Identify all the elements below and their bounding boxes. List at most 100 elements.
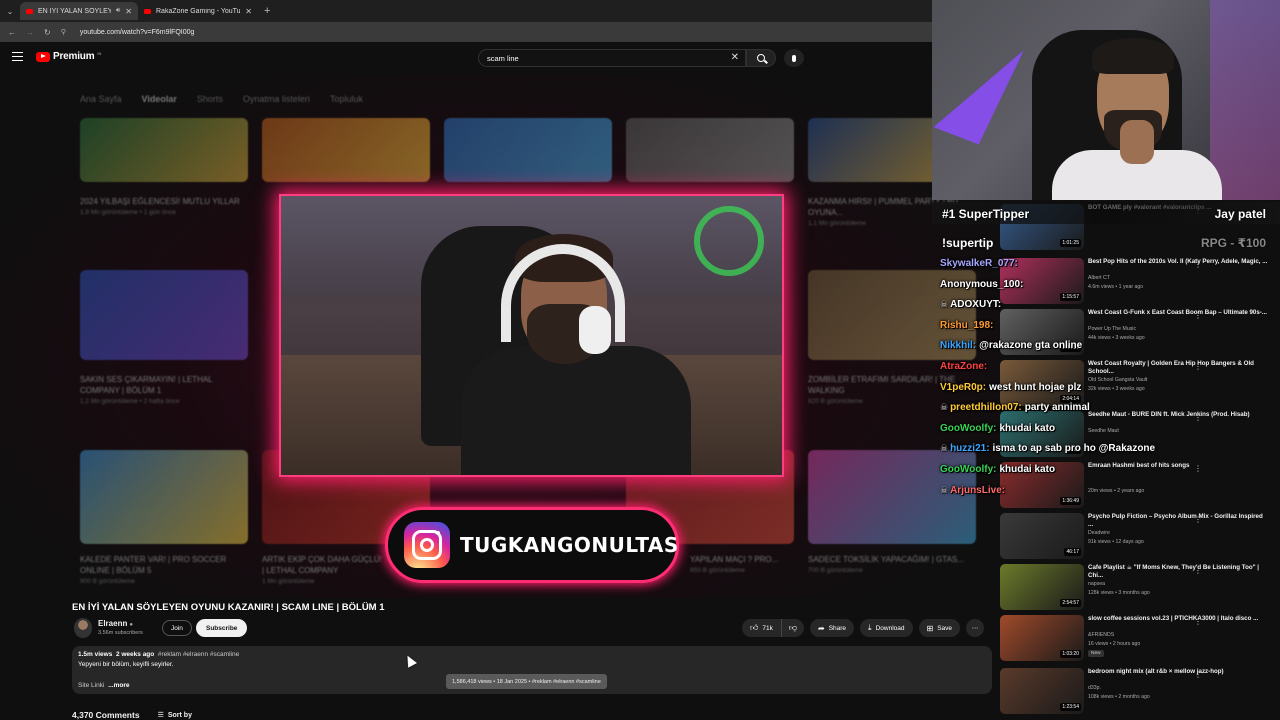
recommended-video[interactable]: 46:17 Psycho Pulp Fiction – Psycho Album … <box>1000 513 1280 561</box>
voice-search-button[interactable] <box>784 49 804 67</box>
save-button[interactable]: ⊞ Save <box>918 619 961 637</box>
recommended-title[interactable]: slow coffee sessions vol.23 | PTICHKA300… <box>1088 615 1268 623</box>
video-thumbnail <box>262 118 430 182</box>
search-query: scam line <box>487 53 519 63</box>
recommended-thumbnail[interactable]: 46:17 <box>1000 513 1084 559</box>
recommended-title[interactable]: Psycho Pulp Fiction – Psycho Album Mix -… <box>1088 513 1268 529</box>
more-options-icon[interactable]: ⋮ <box>1194 617 1202 626</box>
chat-username: V1peR0p: <box>940 381 987 393</box>
like-button[interactable]: 👍︎ 71k <box>742 619 781 637</box>
video-thumbnail <box>80 450 248 544</box>
download-label: Download <box>875 624 905 632</box>
recommended-title[interactable]: Best Pop Hits of the 2010s Vol. II (Katy… <box>1088 258 1268 266</box>
sort-comments-button[interactable]: ☰ Sort by <box>158 710 192 720</box>
channel-tab: Shorts <box>196 94 223 104</box>
channel-avatar[interactable] <box>74 618 92 638</box>
upload-age: 2 weeks ago <box>115 651 155 658</box>
recommended-channel[interactable]: Seedhe Maut <box>1088 428 1119 434</box>
recommended-video[interactable]: 1:03:20 slow coffee sessions vol.23 | PTI… <box>1000 615 1280 663</box>
chat-username: ADOXUYT: <box>950 299 1002 311</box>
recommended-channel[interactable]: &FRIENDS <box>1088 632 1114 638</box>
recommended-channel[interactable]: Deadwire <box>1088 530 1110 536</box>
share-button[interactable]: ➦ Share <box>809 619 855 637</box>
subscribe-button[interactable]: Subscribe <box>196 619 248 637</box>
tab-search-icon[interactable]: ⌄ <box>0 7 20 16</box>
recommended-thumbnail[interactable]: 1:03:20 <box>1000 615 1084 661</box>
more-actions-button[interactable]: ⋯ <box>966 619 985 637</box>
recommended-video[interactable]: 1:23:54 bedroom night mix (alt r&b × mell… <box>1000 668 1280 716</box>
search-button[interactable] <box>746 49 776 67</box>
video-thumbnail <box>444 118 612 182</box>
tab-inactive[interactable]: RakaZone Gaming - YouTube ✕ <box>138 2 258 20</box>
download-button[interactable]: ⤓ Download <box>860 619 913 637</box>
dislike-button[interactable]: 👎︎ <box>780 619 804 637</box>
description-meta: 1.5m views 2 weeks ago #reklam #elraenn … <box>78 651 239 658</box>
chat-message: ☠ huzzi21: isma to ap sab pro ho @Rakazone <box>940 443 1155 454</box>
recommended-title[interactable]: Cafe Playlist ☕ "If Moms Knew, They'd Be… <box>1088 564 1268 580</box>
search-input[interactable]: scam line ✕ <box>478 49 746 67</box>
recommended-video[interactable]: 2:54:57 Cafe Playlist ☕ "If Moms Knew, Th… <box>1000 564 1280 612</box>
show-more-link[interactable]: ...more <box>108 682 129 689</box>
youtube-play-icon <box>36 51 50 62</box>
video-thumbnail <box>626 118 794 182</box>
address-field[interactable]: youtube.com/watch?v=F6m9lFQI00g <box>80 29 195 36</box>
recommended-channel[interactable]: d33p. <box>1088 685 1101 691</box>
video-duration: 2:54:57 <box>1060 599 1081 607</box>
more-icon: ⋯ <box>971 625 979 632</box>
chat-message: AtraZone: <box>940 361 990 372</box>
tab-active[interactable]: EN İYİ YALAN SÖYLEYEN O... 🔊︎ ✕ <box>20 2 138 20</box>
new-tab-icon[interactable]: + <box>264 5 270 17</box>
views-tooltip: 1,586,418 views • 18 Jan 2025 • #reklam … <box>446 674 607 689</box>
recommended-title[interactable]: Emraan Hashmi best of hits songs <box>1088 462 1268 470</box>
recommended-title[interactable]: West Coast Royalty | Golden Era Hip Hop … <box>1088 360 1268 376</box>
recommended-video[interactable]: 1:15:57 Best Pop Hits of the 2010s Vol. I… <box>1000 258 1280 306</box>
site-info-icon[interactable]: ⚲ <box>61 28 66 36</box>
menu-icon[interactable] <box>12 52 23 61</box>
more-options-icon[interactable]: ⋮ <box>1194 413 1202 422</box>
verified-icon: ● <box>129 622 133 628</box>
webcam-overlay <box>932 0 1280 200</box>
video-caption: ARTIK EKİP ÇOK DAHA GÜÇLÜ! | LETHAL COMP… <box>262 554 382 587</box>
browser-tab-bar: ⌄ EN İYİ YALAN SÖYLEYEN O... 🔊︎ ✕ RakaZo… <box>0 0 932 22</box>
address-bar-row: ← → ↻ ⚲ youtube.com/watch?v=F6m9lFQI00g <box>0 22 932 42</box>
recommended-channel[interactable]: napsea <box>1088 581 1105 587</box>
recommended-channel[interactable]: Albert CT <box>1088 275 1110 281</box>
hashtags[interactable]: #reklam #elraenn #scamline <box>158 651 239 658</box>
more-options-icon[interactable]: ⋮ <box>1194 515 1202 524</box>
speaker-icon[interactable]: 🔊︎ <box>116 7 120 15</box>
video-caption-meta: 650 B görüntüleme <box>690 567 745 574</box>
more-options-icon[interactable]: ⋮ <box>1194 362 1202 371</box>
recommended-channel[interactable]: Old School Gangsta Vault <box>1088 377 1147 383</box>
neon-light <box>1210 0 1280 200</box>
close-tab-icon[interactable]: ✕ <box>125 7 132 16</box>
video-caption-meta: 1,9 Mn görüntüleme • 1 gün önce <box>80 209 176 216</box>
recommended-meta: 32k views • 3 weeks ago <box>1088 386 1145 392</box>
video-player[interactable]: Ana Sayfa Videolar Shorts Oynatma listel… <box>0 74 1000 598</box>
back-icon[interactable]: ← <box>8 28 16 37</box>
chat-username: preetdhillon07: <box>950 402 1022 414</box>
recommended-title[interactable]: West Coast G-Funk x East Coast Boom Bap … <box>1088 309 1268 317</box>
recommended-channel[interactable]: Power Up The Music <box>1088 326 1136 332</box>
clear-search-icon[interactable]: ✕ <box>731 52 739 63</box>
more-options-icon[interactable]: ⋮ <box>1194 311 1202 320</box>
channel-name[interactable]: Elraenn ● <box>98 619 133 628</box>
more-options-icon[interactable]: ⋮ <box>1194 670 1202 679</box>
recommended-title[interactable]: bedroom night mix (alt r&b × mellow jazz… <box>1088 668 1268 676</box>
more-options-icon[interactable]: ⋮ <box>1194 566 1202 575</box>
microphone-icon <box>792 54 796 62</box>
top-tipper-banner: #1 SuperTipper Jay patel <box>932 202 1280 224</box>
forward-icon[interactable]: → <box>26 28 34 37</box>
tab-title: RakaZone Gaming - YouTube <box>156 7 241 15</box>
youtube-logo[interactable]: Premium IN <box>36 51 101 62</box>
recommended-thumbnail[interactable]: 2:54:57 <box>1000 564 1084 610</box>
recommended-title[interactable]: Seedhe Maut - BURE DIN ft. Mick Jenkins … <box>1088 411 1268 419</box>
more-options-icon[interactable]: ⋮ <box>1194 260 1202 269</box>
close-tab-icon[interactable]: ✕ <box>245 7 252 16</box>
chat-message: SkywalkeR_077: <box>940 258 1021 269</box>
reload-icon[interactable]: ↻ <box>44 28 51 37</box>
more-options-icon[interactable]: ⋮ <box>1194 464 1202 473</box>
video-title: EN İYİ YALAN SÖYLEYEN OYUNU KAZANIR! | S… <box>72 602 385 613</box>
join-button[interactable]: Join <box>162 620 192 636</box>
video-duration: 1:03:20 <box>1060 650 1081 658</box>
recommended-thumbnail[interactable]: 1:23:54 <box>1000 668 1084 714</box>
